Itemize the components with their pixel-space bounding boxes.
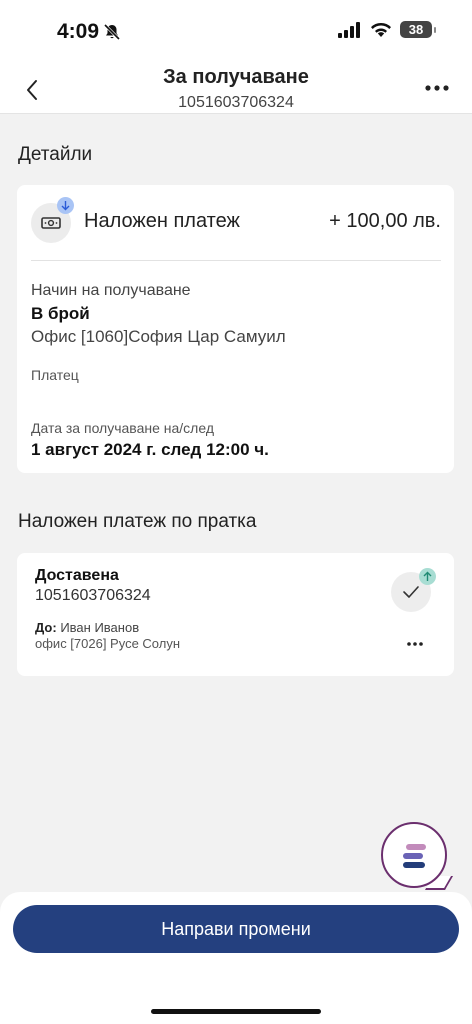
cod-amount: + 100,00 лв. (329, 210, 441, 232)
status-time: 4:09 (57, 20, 100, 43)
to-label: До: (35, 620, 57, 635)
make-changes-button[interactable]: Направи промени (13, 905, 459, 953)
shipment-more-icon[interactable] (406, 640, 424, 648)
office-value: Офис [1060]София Цар Самуил (31, 327, 286, 346)
battery-icon: 38 (400, 21, 436, 38)
shipment-card[interactable]: Доставена 1051603706324 До: Иван Иванов … (17, 553, 454, 676)
receive-method-label: Начин на получаване (31, 282, 191, 299)
receive-method-value: В брой (31, 304, 90, 323)
shipment-section-title: Наложен платеж по пратка (18, 511, 257, 532)
details-card: Наложен платеж + 100,00 лв. Начин на пол… (17, 185, 454, 473)
battery-level: 38 (408, 22, 424, 37)
wifi-icon (371, 22, 391, 37)
recipient-line: До: Иван Иванов (35, 620, 139, 635)
arrow-up-icon (419, 568, 436, 585)
shipment-status: Доставена (35, 567, 119, 584)
chat-button[interactable] (381, 822, 447, 888)
date-value: 1 август 2024 г. след 12:00 ч. (31, 440, 269, 459)
page-subtitle: 1051603706324 (178, 94, 294, 111)
recipient-name: Иван Иванов (60, 620, 140, 635)
chat-icon (403, 844, 426, 868)
home-indicator (151, 1009, 321, 1014)
recipient-office: офис [7026] Русе Солун (35, 636, 181, 651)
page-title: За получаване (163, 66, 309, 88)
cod-label: Наложен платеж (84, 210, 240, 232)
shipment-number: 1051603706324 (35, 587, 151, 604)
cod-row: Наложен платеж + 100,00 лв. (31, 197, 441, 247)
date-label: Дата за получаване на/след (31, 420, 214, 436)
signal-icon (338, 21, 360, 38)
divider (31, 260, 441, 261)
status-bar: 4:09 38 (0, 0, 472, 64)
arrow-down-icon (57, 197, 74, 214)
more-icon[interactable] (424, 82, 450, 94)
bell-off-icon (103, 23, 121, 41)
details-section-title: Детайли (18, 144, 93, 165)
payer-label: Платец (31, 367, 79, 383)
header: За получаване 1051603706324 (0, 64, 472, 114)
